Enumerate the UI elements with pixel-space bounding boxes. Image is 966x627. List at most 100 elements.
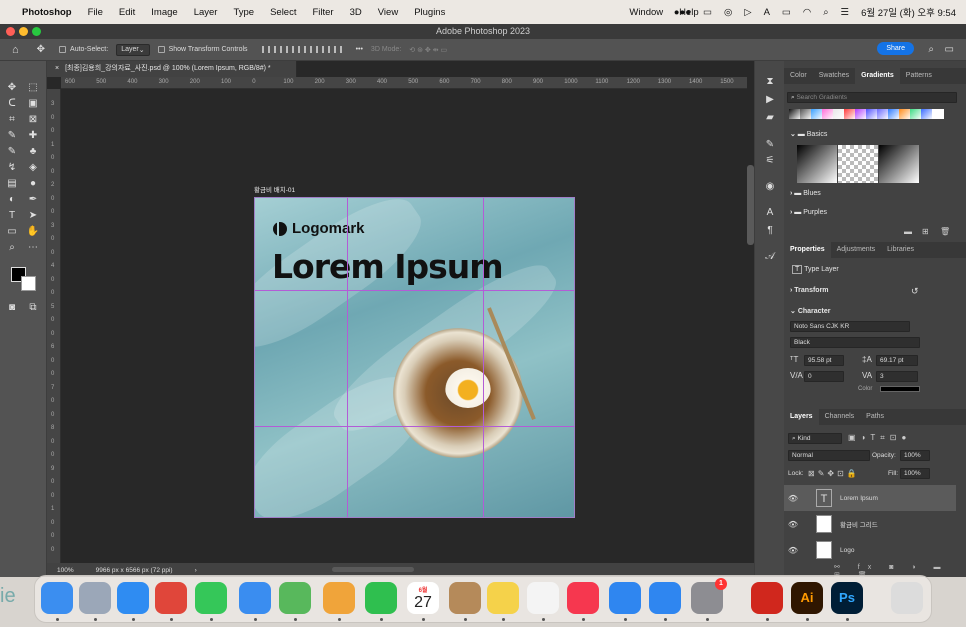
align-middle-icon[interactable] <box>309 46 318 53</box>
actions-play-icon[interactable]: ▶ <box>764 94 776 105</box>
group-blues[interactable]: › ▬ Blues <box>790 190 821 197</box>
share-button[interactable]: Share <box>877 42 914 55</box>
dock-photos-icon[interactable] <box>323 582 355 614</box>
show-transform-checkbox[interactable]: Show Transform Controls <box>157 46 248 53</box>
dock-maps-icon[interactable] <box>279 582 311 614</box>
delete-icon[interactable]: 🗑 <box>940 227 950 236</box>
menu-edit[interactable]: Edit <box>111 7 143 18</box>
align-bottom-icon[interactable] <box>321 46 330 53</box>
marquee-tool-icon[interactable]: ⬚ <box>26 81 40 94</box>
dock-system-settings-icon[interactable]: 1 <box>691 578 727 614</box>
align-top-icon[interactable] <box>297 46 306 53</box>
object-select-tool-icon[interactable]: ▣ <box>26 97 40 110</box>
tab-color[interactable]: Color <box>784 68 813 84</box>
shape-icon[interactable]: ◉ <box>764 181 776 192</box>
font-family-select[interactable]: Noto Sans CJK KR <box>790 321 910 332</box>
menu-filter[interactable]: Filter <box>304 7 341 18</box>
gradient-swatch[interactable] <box>932 109 944 119</box>
group-purples[interactable]: › ▬ Purples <box>790 209 827 216</box>
new-group-icon[interactable]: ▬ <box>904 227 912 236</box>
close-window-icon[interactable] <box>6 27 15 36</box>
dock-contacts-icon[interactable] <box>449 582 481 614</box>
tab-gradients[interactable]: Gradients <box>855 68 900 84</box>
screen-mode-icon[interactable]: ⧉ <box>26 301 40 314</box>
horizontal-ruler[interactable]: 600 500 400 300 200 100 0 100 200 300 400 500 600 700… <box>61 77 747 89</box>
menu-image[interactable]: Image <box>143 7 185 18</box>
document-tab[interactable]: × [최종]김용희_강의자료_사진.psd @ 100% (Lorem Ipsum… <box>47 61 297 77</box>
lock-icons[interactable]: ⊠✎✥⊡🔒 <box>808 469 860 478</box>
artboard[interactable]: Logomark Lorem Ipsum <box>254 197 575 518</box>
healing-tool-icon[interactable]: ✚ <box>26 129 40 142</box>
eraser-tool-icon[interactable]: ◈ <box>26 161 40 174</box>
tab-adjustments[interactable]: Adjustments <box>831 242 882 258</box>
dock-launchpad-icon[interactable] <box>79 582 111 614</box>
minimize-window-icon[interactable] <box>19 27 28 36</box>
dock-chrome-icon[interactable] <box>155 582 187 614</box>
character-icon[interactable]: A <box>764 207 776 218</box>
clock[interactable]: 6월 27일 (화) 오후 9:54 <box>861 5 956 19</box>
adjust-icon[interactable]: ⚟ <box>764 155 776 166</box>
dock-acrobat-icon[interactable] <box>751 582 783 614</box>
headline-text[interactable]: Lorem Ipsum <box>272 247 504 286</box>
dock-keynote-icon[interactable] <box>609 582 641 614</box>
layer-row-lorem-ipsum[interactable]: 👁 T Lorem Ipsum <box>784 485 956 511</box>
path-select-tool-icon[interactable]: ➤ <box>26 209 40 222</box>
glyphs-icon[interactable]: 𝒜 <box>764 251 776 262</box>
dodge-tool-icon[interactable]: ◐ <box>5 193 19 206</box>
menu-select[interactable]: Select <box>262 7 304 18</box>
rectangle-tool-icon[interactable]: ▭ <box>5 225 19 238</box>
more-options-icon[interactable]: ••• <box>356 46 363 53</box>
auto-select-dropdown[interactable]: Layer ⌄ <box>116 43 150 56</box>
wifi-icon[interactable]: ◠ <box>803 7 811 18</box>
play-icon[interactable]: ▷ <box>744 7 751 18</box>
dock-music-icon[interactable] <box>567 582 599 614</box>
display-icon[interactable]: ▭ <box>703 7 712 18</box>
brush-settings-icon[interactable]: ✎ <box>764 139 776 150</box>
menu-3d[interactable]: 3D <box>342 7 370 18</box>
eye-icon[interactable]: 👁 <box>784 520 802 529</box>
control-center-icon[interactable]: ☰ <box>841 7 850 18</box>
dock-freeform-icon[interactable] <box>527 582 559 614</box>
dock-safari-icon[interactable] <box>117 582 149 614</box>
dock-app-store-icon[interactable] <box>649 582 681 614</box>
menu-layer[interactable]: Layer <box>186 7 226 18</box>
layer-filter-icons[interactable]: ▣◑T⌗⊡● <box>848 433 911 443</box>
tab-swatches[interactable]: Swatches <box>813 68 855 84</box>
dock-facetime-icon[interactable] <box>365 582 397 614</box>
vertical-scrollbar[interactable] <box>747 165 754 245</box>
tracking-input[interactable]: 3 <box>876 371 918 382</box>
gradient-preset[interactable] <box>879 145 919 183</box>
pen-tool-icon[interactable]: ✒ <box>26 193 40 206</box>
kind-filter-select[interactable]: ⌕ Kind <box>788 433 842 444</box>
tab-libraries[interactable]: Libraries <box>881 242 920 258</box>
eye-icon[interactable]: 👁 <box>784 546 802 555</box>
stamp-tool-icon[interactable]: ♣ <box>26 145 40 158</box>
font-style-select[interactable]: Black <box>790 337 920 348</box>
app-menu[interactable]: Photoshop <box>16 7 80 18</box>
eye-icon[interactable]: 👁 <box>784 494 802 503</box>
dock-illustrator-icon[interactable]: Ai <box>791 582 823 614</box>
status-menu-icon[interactable]: › <box>195 567 197 574</box>
home-icon[interactable]: ⌂ <box>12 44 19 56</box>
dock-trash-icon[interactable] <box>891 582 923 614</box>
layer-row-logo[interactable]: 👁 Logo <box>784 537 956 563</box>
artboard-label[interactable]: 황금비 배치-01 <box>254 184 295 194</box>
tab-channels[interactable]: Channels <box>819 409 861 425</box>
character-section[interactable]: ⌄ Character <box>790 307 831 315</box>
paragraph-icon[interactable]: ¶ <box>764 225 776 236</box>
dock-mail-icon[interactable] <box>239 582 271 614</box>
group-basics[interactable]: ⌄ ▬ Basics <box>790 130 827 138</box>
align-left-icon[interactable] <box>261 46 270 53</box>
move-tool-icon[interactable]: ✥ <box>37 44 45 55</box>
layer-row-golden-grid[interactable]: 👁 황금비 그리드 <box>784 511 956 537</box>
menu-file[interactable]: File <box>80 7 111 18</box>
gradient-preset[interactable] <box>797 145 837 183</box>
auto-select-checkbox[interactable]: Auto-Select: <box>59 46 108 53</box>
new-gradient-icon[interactable]: ⊞ <box>922 227 929 236</box>
frame-tool-icon[interactable]: ⊠ <box>26 113 40 126</box>
menu-plugins[interactable]: Plugins <box>406 7 453 18</box>
workspace-icon[interactable]: ▭ <box>945 44 954 55</box>
leading-input[interactable]: 69.17 pt <box>876 355 918 366</box>
quick-mask-icon[interactable]: ◙ <box>5 301 19 314</box>
fill-input[interactable]: 100% <box>900 468 930 479</box>
